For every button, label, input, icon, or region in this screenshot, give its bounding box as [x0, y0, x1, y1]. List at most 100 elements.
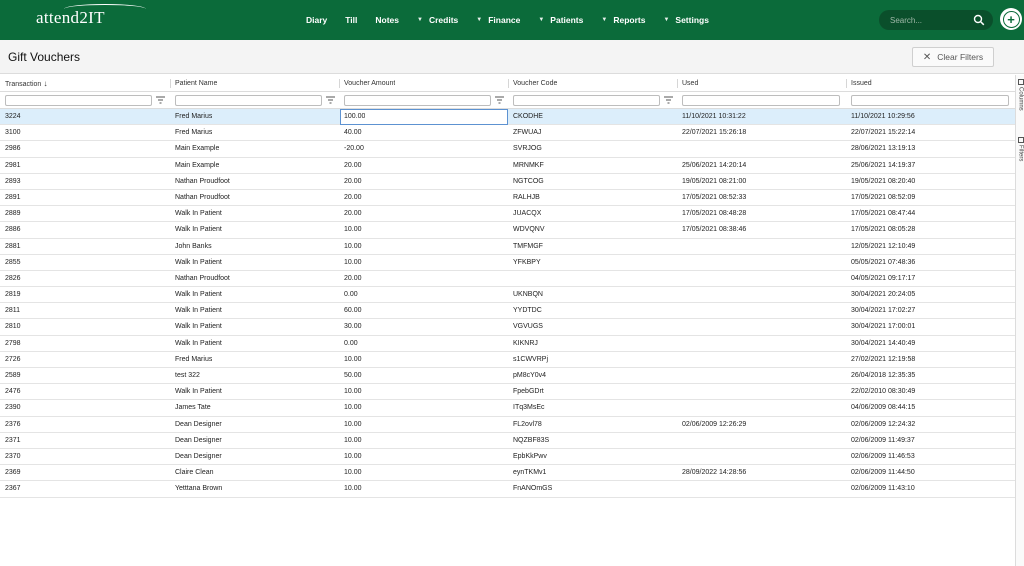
table-cell[interactable]: 17/05/2021 08:47:44	[851, 206, 915, 222]
table-row[interactable]: 2891 Nathan Proudfoot 20.00 RALHJB 17/05/202…	[0, 190, 1015, 207]
table-cell[interactable]: SVRJOG	[513, 141, 542, 157]
table-cell[interactable]: Fred Marius	[175, 109, 212, 125]
table-row[interactable]: 2826 Nathan Proudfoot 20.00 04/05/2021 09:1…	[0, 271, 1015, 288]
table-row[interactable]: 2855 Walk In Patient 10.00 YFKBPY 05/05/2021…	[0, 255, 1015, 271]
table-cell[interactable]: KIKNRJ	[513, 336, 538, 352]
table-cell[interactable]: 11/10/2021 10:29:56	[851, 109, 915, 125]
table-cell[interactable]: NQZBF83S	[513, 433, 549, 449]
table-cell[interactable]: Main Example	[175, 158, 219, 174]
table-cell[interactable]: 2811	[5, 303, 20, 319]
table-row[interactable]: 2367 Yetttana Brown 10.00 FnANOmGS 02/06/200…	[0, 481, 1015, 498]
table-cell[interactable]: 10.00	[344, 239, 362, 255]
table-cell[interactable]: 28/09/2022 14:28:56	[682, 465, 746, 481]
table-cell[interactable]: Walk In Patient	[175, 303, 222, 319]
table-cell[interactable]: 2881	[5, 239, 21, 255]
table-row[interactable]: 2886 Walk In Patient 10.00 WDVQNV 17/05/2021…	[0, 222, 1015, 239]
table-row[interactable]: 2893 Nathan Proudfoot 20.00 NGTCOG 19/05/202…	[0, 174, 1015, 190]
filter-input-voucher-amount[interactable]	[344, 95, 491, 106]
table-cell[interactable]: JUACQX	[513, 206, 541, 222]
app-logo[interactable]: attend2IT	[36, 4, 146, 28]
table-row[interactable]: 2811 Walk In Patient 60.00 YYDTDC 30/04/2021…	[0, 303, 1015, 320]
table-cell[interactable]: 11/10/2021 10:31:22	[682, 109, 746, 125]
table-cell[interactable]: Dean Designer	[175, 417, 222, 433]
table-cell[interactable]: 2798	[5, 336, 21, 352]
column-resize-handle[interactable]	[508, 79, 509, 88]
nav-item-diary[interactable]: Diary	[306, 15, 327, 25]
table-cell[interactable]: NGTCOG	[513, 174, 544, 190]
table-row[interactable]: 2819 Walk In Patient 0.00 UKNBQN 30/04/2021 …	[0, 287, 1015, 304]
table-cell[interactable]: eynTKMv1	[513, 465, 546, 481]
table-row[interactable]: 2981 Main Example 20.00 MRNMKF 25/06/2021 14…	[0, 158, 1015, 174]
table-cell[interactable]: 10.00	[344, 255, 362, 271]
table-cell[interactable]: 22/02/2010 08:30:49	[851, 384, 915, 400]
table-cell[interactable]: 25/06/2021 14:20:14	[682, 158, 746, 174]
table-cell[interactable]: 50.00	[344, 368, 362, 384]
table-row[interactable]: 2798 Walk In Patient 0.00 KIKNRJ 30/04/2021 …	[0, 336, 1015, 352]
table-cell[interactable]: 22/07/2021 15:22:14	[851, 125, 915, 141]
table-cell[interactable]: FnANOmGS	[513, 481, 552, 497]
table-cell[interactable]: Dean Designer	[175, 433, 222, 449]
table-cell[interactable]: 2891	[5, 190, 21, 206]
column-resize-handle[interactable]	[677, 79, 678, 88]
table-cell[interactable]: 2855	[5, 255, 21, 271]
table-cell[interactable]: 30.00	[344, 319, 362, 335]
table-cell[interactable]: 10.00	[344, 481, 362, 497]
table-cell[interactable]: Walk In Patient	[175, 287, 222, 303]
table-row[interactable]: 2371 Dean Designer 10.00 NQZBF83S 02/06/2009…	[0, 433, 1015, 449]
table-cell[interactable]: 2810	[5, 319, 21, 335]
filter-input-transaction[interactable]	[5, 95, 152, 106]
table-row[interactable]: 2390 James Tate 10.00 ITq3MsEc 04/06/2009 08…	[0, 400, 1015, 417]
table-cell[interactable]: test 322	[175, 368, 200, 384]
table-row[interactable]: 3224 Fred Marius 100.00 CKODHE 11/10/2021 10…	[0, 109, 1015, 126]
table-cell[interactable]: 10.00	[344, 352, 362, 368]
column-header-transaction[interactable]: Transaction ↓	[5, 75, 48, 91]
table-cell[interactable]: 17/05/2021 08:38:46	[682, 222, 746, 238]
column-header-patient-name[interactable]: Patient Name	[175, 75, 217, 91]
column-resize-handle[interactable]	[846, 79, 847, 88]
table-cell[interactable]: FpebGDrt	[513, 384, 544, 400]
table-row[interactable]: 2889 Walk In Patient 20.00 JUACQX 17/05/2021…	[0, 206, 1015, 223]
table-cell[interactable]: 2819	[5, 287, 21, 303]
table-cell[interactable]: 2886	[5, 222, 21, 238]
table-cell[interactable]: Fred Marius	[175, 125, 212, 141]
table-cell[interactable]: 3224	[5, 109, 21, 125]
table-cell[interactable]: 02/06/2009 12:26:29	[682, 417, 746, 433]
table-cell[interactable]: 2476	[5, 384, 21, 400]
table-cell[interactable]: 100.00	[344, 109, 365, 125]
table-cell[interactable]: 12/05/2021 12:10:49	[851, 239, 915, 255]
table-cell[interactable]: 19/05/2021 08:20:40	[851, 174, 915, 190]
table-row[interactable]: 2726 Fred Marius 10.00 s1CWVRPj 27/02/2021 1…	[0, 352, 1015, 368]
table-cell[interactable]: 10.00	[344, 465, 362, 481]
table-cell[interactable]: ITq3MsEc	[513, 400, 545, 416]
search-box[interactable]	[879, 10, 993, 30]
column-resize-handle[interactable]	[339, 79, 340, 88]
clear-filters-button[interactable]: ✕ Clear Filters	[912, 47, 994, 67]
table-cell[interactable]: 10.00	[344, 400, 362, 416]
column-resize-handle[interactable]	[170, 79, 171, 88]
table-cell[interactable]: 05/05/2021 07:48:36	[851, 255, 915, 271]
table-cell[interactable]: VGVUGS	[513, 319, 543, 335]
table-cell[interactable]: 2376	[5, 417, 21, 433]
table-cell[interactable]: 3100	[5, 125, 21, 141]
table-cell[interactable]: 04/06/2009 08:44:15	[851, 400, 915, 416]
table-row[interactable]: 2376 Dean Designer 10.00 FL2ovl78 02/06/2009…	[0, 417, 1015, 433]
table-cell[interactable]: 17/05/2021 08:05:28	[851, 222, 915, 238]
table-cell[interactable]: Walk In Patient	[175, 336, 222, 352]
nav-item-finance[interactable]: ▼ Finance	[476, 15, 520, 25]
table-row[interactable]: 2476 Walk In Patient 10.00 FpebGDrt 22/02/20…	[0, 384, 1015, 401]
table-cell[interactable]: 02/06/2009 11:43:10	[851, 481, 915, 497]
table-cell[interactable]: 19/05/2021 08:21:00	[682, 174, 746, 190]
nav-item-reports[interactable]: ▼ Reports	[601, 15, 645, 25]
filter-icon[interactable]	[156, 96, 165, 104]
table-cell[interactable]: 22/07/2021 15:26:18	[682, 125, 746, 141]
nav-item-notes[interactable]: Notes	[375, 15, 399, 25]
sort-descending-icon[interactable]: ↓	[41, 79, 48, 88]
table-cell[interactable]: s1CWVRPj	[513, 352, 548, 368]
search-icon[interactable]	[973, 14, 985, 26]
table-row[interactable]: 2369 Claire Clean 10.00 eynTKMv1 28/09/2022 …	[0, 465, 1015, 482]
columns-tab[interactable]: Columns	[1016, 79, 1024, 111]
table-cell[interactable]: 2986	[5, 141, 21, 157]
table-cell[interactable]: 02/06/2009 11:46:53	[851, 449, 915, 465]
table-cell[interactable]: 17/05/2021 08:52:33	[682, 190, 746, 206]
filter-input-issued[interactable]	[851, 95, 1009, 106]
